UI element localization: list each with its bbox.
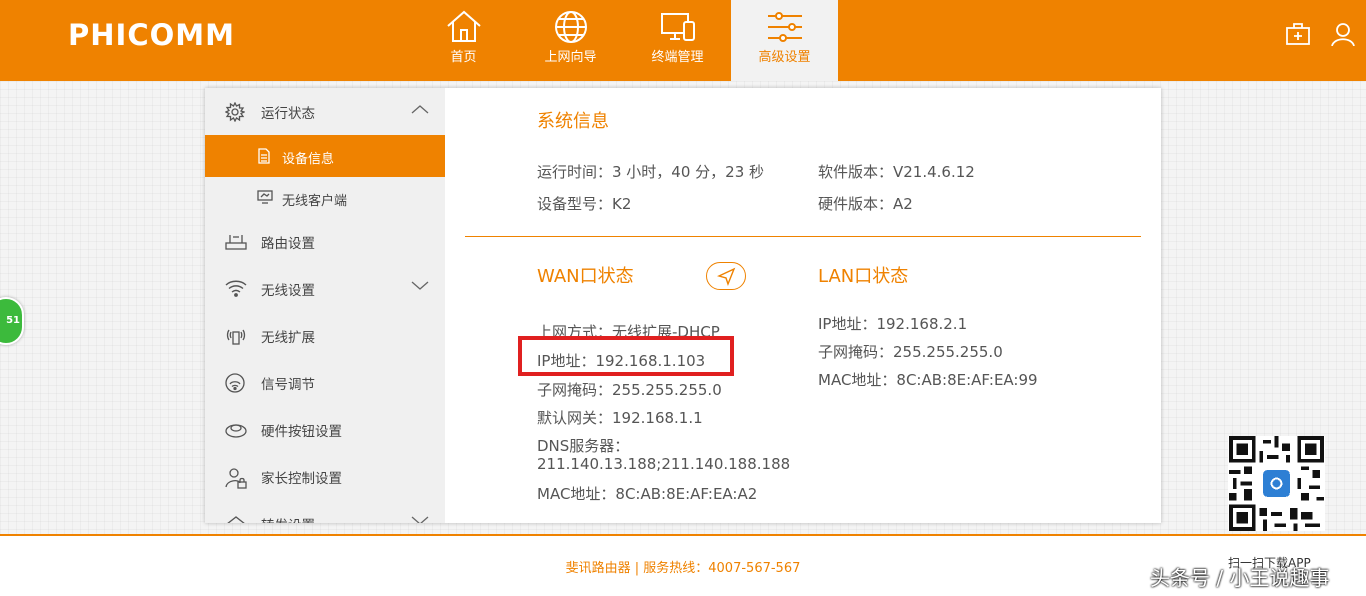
sidebar-item-label: 运行状态	[261, 106, 315, 122]
content-area: 系统信息 运行时间：3 小时，40 分，23 秒 设备型号：K2 软件版本：V2…	[445, 88, 1161, 523]
qr-code-icon	[1228, 436, 1325, 531]
wan-send-button[interactable]	[706, 262, 746, 290]
wan-mask-text: 子网掩码：255.255.255.0	[537, 381, 722, 399]
phicomm-logo: PHICOMM	[68, 18, 235, 52]
sidebar-item-label: 设备信息	[282, 152, 335, 167]
signal-extend-icon	[226, 329, 246, 345]
button-icon	[225, 424, 247, 438]
top-bar: PHICOMM 首页 上网向导 终端管理 高级设置	[0, 0, 1366, 81]
signal-icon	[225, 373, 245, 393]
sidebar-item-label: 无线扩展	[261, 330, 315, 346]
nav-home-label: 首页	[450, 50, 477, 65]
wan-status-title: WAN口状态	[537, 266, 634, 287]
lan-mask-text: 子网掩码：255.255.255.0	[818, 343, 1003, 361]
sidebar-item-label: 路由设置	[261, 236, 315, 252]
wan-dns-value: 211.140.13.188;211.140.188.188	[537, 455, 791, 473]
nav-advanced-label: 高级设置	[758, 50, 811, 65]
nav-wizard-label: 上网向导	[544, 50, 597, 65]
lan-ip-text: IP地址：192.168.2.1	[818, 315, 968, 333]
wan-mac-text: MAC地址：8C:AB:8E:AF:EA:A2	[537, 485, 758, 503]
nav-home[interactable]: 首页	[410, 0, 517, 81]
wifi-icon	[225, 280, 247, 297]
model-text: 设备型号：K2	[537, 195, 632, 213]
sidebar: 运行状态 设备信息 无线客户端 路由设置 无线设置 无线扩展 信号调节 硬件按钮…	[205, 88, 445, 523]
sidebar-item-label: 无线客户端	[282, 194, 348, 209]
globe-icon	[554, 11, 587, 43]
hardware-version-text: 硬件版本：A2	[818, 195, 913, 213]
sidebar-item-label: 信号调节	[261, 377, 315, 393]
document-icon	[258, 148, 270, 164]
sliders-icon	[767, 12, 802, 42]
router-icon	[225, 235, 247, 250]
chevron-down-icon	[411, 281, 429, 290]
uptime-text: 运行时间：3 小时，40 分，23 秒	[537, 163, 765, 181]
sidebar-item-label: 无线设置	[261, 283, 315, 299]
chevron-up-icon	[411, 105, 429, 114]
sidebar-item-hardware-button[interactable]: 硬件按钮设置	[205, 408, 445, 450]
user-button[interactable]	[1331, 22, 1355, 50]
sidebar-item-wireless-clients[interactable]: 无线客户端	[205, 177, 445, 219]
sidebar-item-device-info[interactable]: 设备信息	[205, 135, 445, 177]
nav-devices[interactable]: 终端管理	[624, 0, 731, 81]
floating-badge[interactable]: 51	[0, 297, 24, 345]
sidebar-item-label: 硬件按钮设置	[261, 424, 342, 440]
gear-icon	[225, 102, 245, 122]
section-divider	[465, 236, 1141, 237]
devices-icon	[660, 13, 695, 41]
monitor-icon	[257, 190, 273, 204]
nav-advanced[interactable]: 高级设置	[731, 0, 838, 81]
main-panel: 运行状态 设备信息 无线客户端 路由设置 无线设置 无线扩展 信号调节 硬件按钮…	[205, 88, 1161, 523]
sidebar-item-router[interactable]: 路由设置	[205, 220, 445, 262]
toolbox-button[interactable]	[1285, 22, 1311, 50]
forward-icon	[227, 516, 245, 523]
sidebar-item-wireless-extend[interactable]: 无线扩展	[205, 314, 445, 356]
sidebar-item-signal[interactable]: 信号调节	[205, 361, 445, 403]
user-icon	[1331, 23, 1355, 47]
send-icon	[717, 267, 736, 287]
chevron-down-icon	[411, 516, 429, 523]
sidebar-item-status[interactable]: 运行状态	[205, 90, 445, 132]
annotation-highlight-box	[518, 336, 734, 376]
lan-mac-text: MAC地址：8C:AB:8E:AF:EA:99	[818, 371, 1038, 389]
toolbox-icon	[1286, 23, 1310, 45]
sidebar-item-label: 家长控制设置	[261, 471, 342, 487]
sidebar-item-wireless[interactable]: 无线设置	[205, 267, 445, 309]
home-icon	[446, 10, 481, 42]
lan-status-title: LAN口状态	[818, 266, 909, 287]
nav-devices-label: 终端管理	[651, 50, 704, 65]
system-info-title: 系统信息	[537, 111, 609, 132]
nav-wizard[interactable]: 上网向导	[517, 0, 624, 81]
software-version-text: 软件版本：V21.4.6.12	[818, 163, 975, 181]
sidebar-item-forward[interactable]: 转发设置	[205, 502, 445, 523]
watermark: 头条号 / 小王说趣事	[1150, 566, 1330, 590]
wan-dns-label: DNS服务器：	[537, 437, 630, 455]
wan-gateway-text: 默认网关：192.168.1.1	[537, 409, 703, 427]
sidebar-item-parent-control[interactable]: 家长控制设置	[205, 455, 445, 497]
parent-control-icon	[225, 468, 247, 489]
sidebar-item-label: 转发设置	[261, 514, 315, 523]
